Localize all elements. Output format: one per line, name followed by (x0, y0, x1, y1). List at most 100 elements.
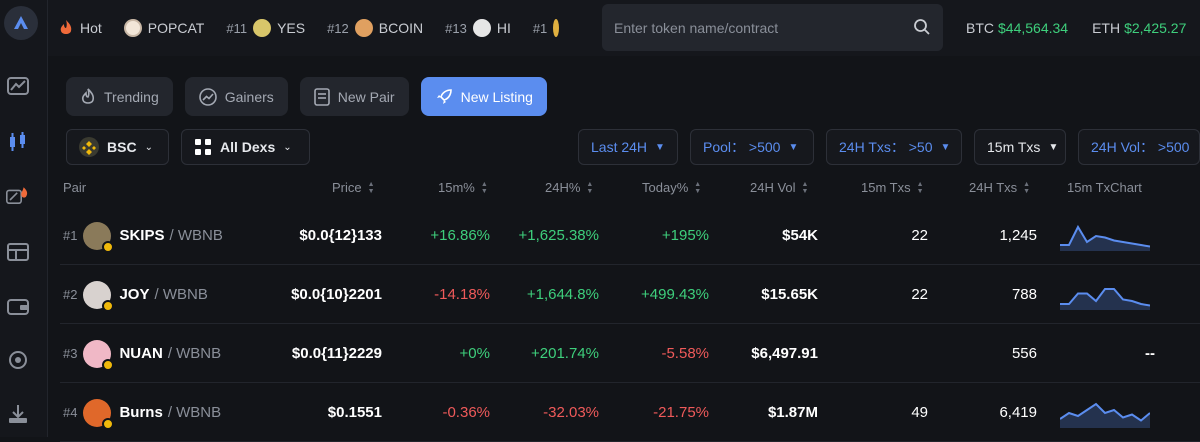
yes-logo-icon (253, 19, 272, 37)
caret-down-icon: ▼ (788, 141, 799, 153)
search-input[interactable] (614, 4, 904, 51)
tab-new-listing[interactable]: New Listing (420, 77, 547, 116)
txchart-sparkline (1060, 287, 1150, 310)
col-vol[interactable]: 24H Vol ▲ ▼ (750, 180, 808, 195)
search-box (602, 4, 943, 51)
change-24h-cell: +1,644.8% (526, 286, 599, 303)
col-label: Today% (642, 180, 689, 195)
row-rank: #1 (63, 228, 78, 243)
wallet-icon[interactable] (6, 294, 30, 318)
col-today[interactable]: Today% ▲ ▼ (642, 180, 701, 195)
col-pair: Pair (63, 180, 87, 195)
ticker-item[interactable]: #12 BCOIN (327, 19, 423, 37)
sort-icon: ▲ ▼ (586, 180, 594, 195)
tab-trending[interactable]: Trending (66, 77, 173, 116)
col-15m-txs[interactable]: 15m Txs ▲ ▼ (861, 180, 924, 195)
token-symbol[interactable]: SKIPS (119, 227, 164, 244)
txs-24h-cell: 788 (1011, 286, 1037, 303)
token-avatar (83, 398, 115, 430)
layout-icon[interactable] (6, 240, 30, 264)
dex-select[interactable]: All Dexs ⌄ (181, 129, 310, 165)
search-icon[interactable] (913, 18, 931, 41)
pool-filter[interactable]: Pool： >500 ▼ (690, 129, 814, 165)
price-cell: $0.1551 (327, 404, 382, 421)
col-label: 24H Txs (969, 180, 1018, 195)
token-symbol[interactable]: Burns (119, 404, 162, 421)
volume-cell: $1.87M (767, 404, 818, 421)
pair-cell: #2 JOY / WBNB (63, 265, 208, 324)
col-15m[interactable]: 15m% ▲ ▼ (438, 180, 488, 195)
grid-icon (194, 138, 212, 156)
table-row[interactable]: #4 Burns / WBNB $0.1551 -0.36% -32.03% -… (60, 383, 1200, 442)
vol24-filter[interactable]: 24H Vol： >500 (1078, 129, 1200, 165)
pair-cell: #4 Burns / WBNB (63, 383, 221, 442)
btc-price: $44,564.34 (998, 20, 1069, 36)
ticker-item[interactable]: POPCAT (123, 19, 205, 37)
hot-ticker: Hot POPCAT #11 YES #12 BCOIN #13 HI #1 (58, 0, 604, 56)
ticker-name: YES (277, 20, 306, 36)
quote-token: / WBNB (167, 345, 222, 362)
change-15m-cell: +16.86% (430, 227, 490, 244)
table-row[interactable]: #3 NUAN / WBNB $0.0{11}2229 +0% +201.74%… (60, 324, 1200, 383)
col-price[interactable]: Price ▲ ▼ (332, 180, 375, 195)
table-row[interactable]: #2 JOY / WBNB $0.0{10}2201 -14.18% +1,64… (60, 265, 1200, 324)
change-15m-cell: -14.18% (434, 286, 490, 303)
col-24h[interactable]: 24H% ▲ ▼ (545, 180, 593, 195)
token-avatar (83, 280, 115, 312)
app-logo-icon[interactable] (4, 6, 38, 40)
txchart-cell: -- (1060, 324, 1155, 383)
rocket-icon (435, 88, 453, 106)
ticker-name: BCOIN (378, 20, 424, 36)
token-avatar (83, 221, 115, 253)
tab-label: Trending (104, 88, 159, 105)
pair-cell: #3 NUAN / WBNB (63, 324, 221, 383)
chevron-down-icon: ⌄ (144, 141, 153, 153)
txs24-label: 24H Txs： >50 (839, 139, 933, 155)
chain-select[interactable]: BSC ⌄ (66, 129, 169, 165)
txs15-filter[interactable]: 15m Txs ▼ (974, 129, 1066, 165)
quote-token: / WBNB (169, 227, 223, 244)
ticker-item[interactable]: #11 YES (226, 19, 305, 37)
txchart-cell (1060, 265, 1155, 324)
hi-logo-icon (472, 19, 491, 37)
sort-icon: ▲ ▼ (480, 180, 488, 195)
flame-icon (80, 87, 96, 106)
sort-icon: ▲ ▼ (694, 180, 702, 195)
btc-label: BTC (966, 20, 994, 36)
sparkline-area (1060, 226, 1150, 251)
ticker-item[interactable]: Hot (58, 19, 102, 37)
change-15m-cell: -0.36% (442, 404, 490, 421)
txs24-filter[interactable]: 24H Txs： >50 ▼ (826, 129, 962, 165)
ticker-name: HI (496, 20, 511, 36)
ticker-name: Hot (80, 20, 102, 36)
token-symbol[interactable]: NUAN (119, 345, 162, 362)
dex-label: All Dexs (220, 139, 276, 155)
row-rank: #2 (63, 287, 78, 302)
sort-icon: ▲ ▼ (367, 180, 375, 195)
row-rank: #4 (63, 405, 78, 420)
tab-gainers[interactable]: Gainers (184, 77, 288, 116)
token-symbol[interactable]: JOY (119, 286, 149, 303)
col-24h-txs[interactable]: 24H Txs ▲ ▼ (969, 180, 1030, 195)
popcat-logo-icon (123, 19, 142, 37)
period-filter[interactable]: Last 24H ▼ (578, 129, 678, 165)
history-icon[interactable] (6, 348, 30, 372)
download-icon[interactable] (6, 402, 30, 426)
vol24-label: 24H Vol： >500 (1091, 139, 1190, 155)
tab-new-pair[interactable]: New Pair (299, 77, 409, 116)
eth-price: $2,425.27 (1124, 20, 1187, 36)
ticker-item[interactable]: #13 HI (445, 19, 511, 37)
txs-15m-cell: 22 (911, 227, 928, 244)
table-row[interactable]: #1 SKIPS / WBNB $0.0{12}133 +16.86% +1,6… (60, 206, 1200, 265)
sort-icon: ▲ ▼ (916, 180, 924, 195)
hot-tool-icon[interactable] (6, 184, 30, 208)
market-icon[interactable] (6, 74, 30, 98)
ticker-item[interactable]: #1 (533, 19, 565, 37)
change-24h-cell: +1,625.38% (518, 227, 600, 244)
col-label: 24H Vol (750, 180, 796, 195)
candlestick-icon[interactable] (6, 130, 30, 154)
sort-icon: ▲ ▼ (1023, 180, 1031, 195)
change-today-cell: +195% (661, 227, 709, 244)
ticker-name: POPCAT (147, 20, 205, 36)
row-rank: #3 (63, 346, 78, 361)
